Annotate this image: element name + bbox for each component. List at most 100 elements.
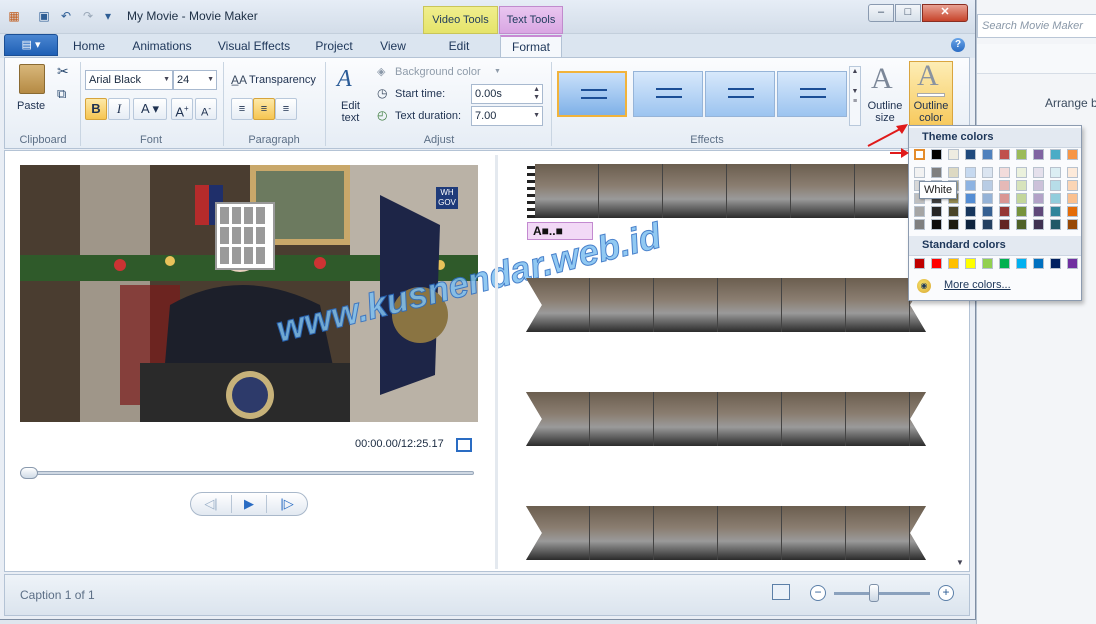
effect-thumbnail-3[interactable] (705, 71, 775, 117)
tab-view[interactable]: View (372, 38, 414, 56)
background-color-button[interactable]: Background color (395, 66, 481, 78)
next-frame-icon[interactable]: |▷ (269, 495, 305, 513)
theme-shade-swatch[interactable] (931, 219, 942, 230)
theme-shade-swatch[interactable] (982, 180, 993, 191)
paste-button[interactable]: Paste (17, 100, 45, 112)
app-menu-button[interactable]: ▤ ▾ (4, 34, 58, 56)
theme-color-swatch[interactable] (931, 149, 942, 160)
theme-shade-swatch[interactable] (999, 193, 1010, 204)
clip-strip-1[interactable] (535, 164, 927, 218)
save-icon[interactable]: ▣ (36, 9, 52, 24)
theme-shade-swatch[interactable] (1067, 206, 1078, 217)
thumbnail-size-icon[interactable] (772, 584, 790, 600)
seek-thumb[interactable] (20, 467, 38, 479)
theme-shade-swatch[interactable] (1050, 193, 1061, 204)
theme-shade-swatch[interactable] (965, 193, 976, 204)
theme-shade-swatch[interactable] (1033, 180, 1044, 191)
more-colors-link[interactable]: More colors... (944, 279, 1011, 291)
theme-shade-swatch[interactable] (982, 206, 993, 217)
previous-frame-icon[interactable]: ◁| (193, 495, 229, 513)
scroll-down-icon[interactable]: ▼ (956, 558, 964, 567)
theme-shade-swatch[interactable] (948, 219, 959, 230)
theme-shade-swatch[interactable] (982, 219, 993, 230)
theme-shade-swatch[interactable] (999, 219, 1010, 230)
theme-shade-swatch[interactable] (1016, 167, 1027, 178)
tab-format[interactable]: Format (500, 35, 562, 57)
theme-shade-swatch[interactable] (948, 167, 959, 178)
shrink-font-button[interactable]: A- (195, 98, 217, 120)
paste-icon[interactable] (19, 64, 45, 94)
theme-color-swatch[interactable] (1067, 149, 1078, 160)
tab-home[interactable]: Home (66, 38, 112, 56)
font-family-select[interactable]: Arial Black ▼ (85, 70, 173, 90)
theme-color-swatch[interactable] (1033, 149, 1044, 160)
minimize-button[interactable]: – (868, 4, 894, 22)
italic-button[interactable]: I (108, 98, 130, 120)
panel-divider[interactable] (495, 155, 498, 569)
theme-shade-swatch[interactable] (965, 206, 976, 217)
font-color-button[interactable]: A ▾ (133, 98, 167, 120)
close-button[interactable]: ✕ (922, 4, 968, 22)
theme-shade-swatch[interactable] (1016, 193, 1027, 204)
redo-icon[interactable]: ↷ (80, 9, 96, 24)
zoom-in-icon[interactable]: + (938, 585, 954, 601)
seek-bar[interactable] (20, 471, 474, 475)
theme-shade-swatch[interactable] (914, 167, 925, 178)
caption-clip[interactable]: A■..■ (527, 222, 593, 240)
caption-overlay[interactable] (215, 202, 275, 270)
theme-shade-swatch[interactable] (1033, 206, 1044, 217)
edit-text-button[interactable]: Edit text (341, 100, 360, 124)
theme-shade-swatch[interactable] (1050, 219, 1061, 230)
standard-color-swatch[interactable] (965, 258, 976, 269)
theme-color-swatch[interactable] (999, 149, 1010, 160)
theme-shade-swatch[interactable] (982, 193, 993, 204)
effects-gallery-scroll[interactable]: ▲ ▼ ≡ (849, 66, 861, 126)
theme-color-swatch[interactable] (1050, 149, 1061, 160)
standard-color-swatch[interactable] (1016, 258, 1027, 269)
standard-color-swatch[interactable] (999, 258, 1010, 269)
customize-toolbar-icon[interactable]: ▾ (100, 9, 116, 24)
theme-shade-swatch[interactable] (965, 180, 976, 191)
spinner-icon[interactable]: ▲ ▼ (533, 86, 540, 102)
standard-color-swatch[interactable] (982, 258, 993, 269)
theme-shade-swatch[interactable] (999, 167, 1010, 178)
theme-shade-swatch[interactable] (914, 219, 925, 230)
theme-shade-swatch[interactable] (1016, 219, 1027, 230)
theme-shade-swatch[interactable] (965, 219, 976, 230)
edit-text-icon[interactable]: A (337, 66, 352, 93)
undo-icon[interactable]: ↶ (58, 9, 74, 24)
theme-color-swatch[interactable] (948, 149, 959, 160)
standard-color-swatch[interactable] (1050, 258, 1061, 269)
theme-shade-swatch[interactable] (1016, 180, 1027, 191)
theme-color-swatch[interactable] (982, 149, 993, 160)
theme-color-swatch[interactable] (914, 149, 925, 160)
clip-strip-4[interactable] (526, 506, 926, 560)
fullscreen-icon[interactable] (456, 438, 472, 452)
bold-button[interactable]: B (85, 98, 107, 120)
standard-color-swatch[interactable] (1033, 258, 1044, 269)
theme-shade-swatch[interactable] (982, 167, 993, 178)
clip-strip-3[interactable] (526, 392, 926, 446)
theme-shade-swatch[interactable] (1067, 167, 1078, 178)
theme-shade-swatch[interactable] (999, 206, 1010, 217)
theme-shade-swatch[interactable] (914, 206, 925, 217)
tab-animations[interactable]: Animations (124, 38, 200, 56)
standard-color-swatch[interactable] (1067, 258, 1078, 269)
theme-shade-swatch[interactable] (965, 167, 976, 178)
zoom-slider-thumb[interactable] (869, 584, 879, 602)
theme-shade-swatch[interactable] (1050, 167, 1061, 178)
align-left-button[interactable]: ≡ (231, 98, 253, 120)
theme-shade-swatch[interactable] (1067, 219, 1078, 230)
align-center-button[interactable]: ≡ (253, 98, 275, 120)
theme-shade-swatch[interactable] (1016, 206, 1027, 217)
grow-font-button[interactable]: A+ (171, 98, 193, 120)
clip-strip-2[interactable] (526, 278, 926, 332)
theme-shade-swatch[interactable] (1050, 206, 1061, 217)
theme-shade-swatch[interactable] (1050, 180, 1061, 191)
theme-shade-swatch[interactable] (1067, 180, 1078, 191)
theme-shade-swatch[interactable] (1067, 193, 1078, 204)
zoom-out-icon[interactable]: − (810, 585, 826, 601)
arrange-by-label[interactable]: Arrange b (1045, 96, 1096, 110)
play-icon[interactable]: ▶ (231, 495, 267, 513)
text-duration-select[interactable]: 7.00 ▼ (471, 106, 543, 126)
